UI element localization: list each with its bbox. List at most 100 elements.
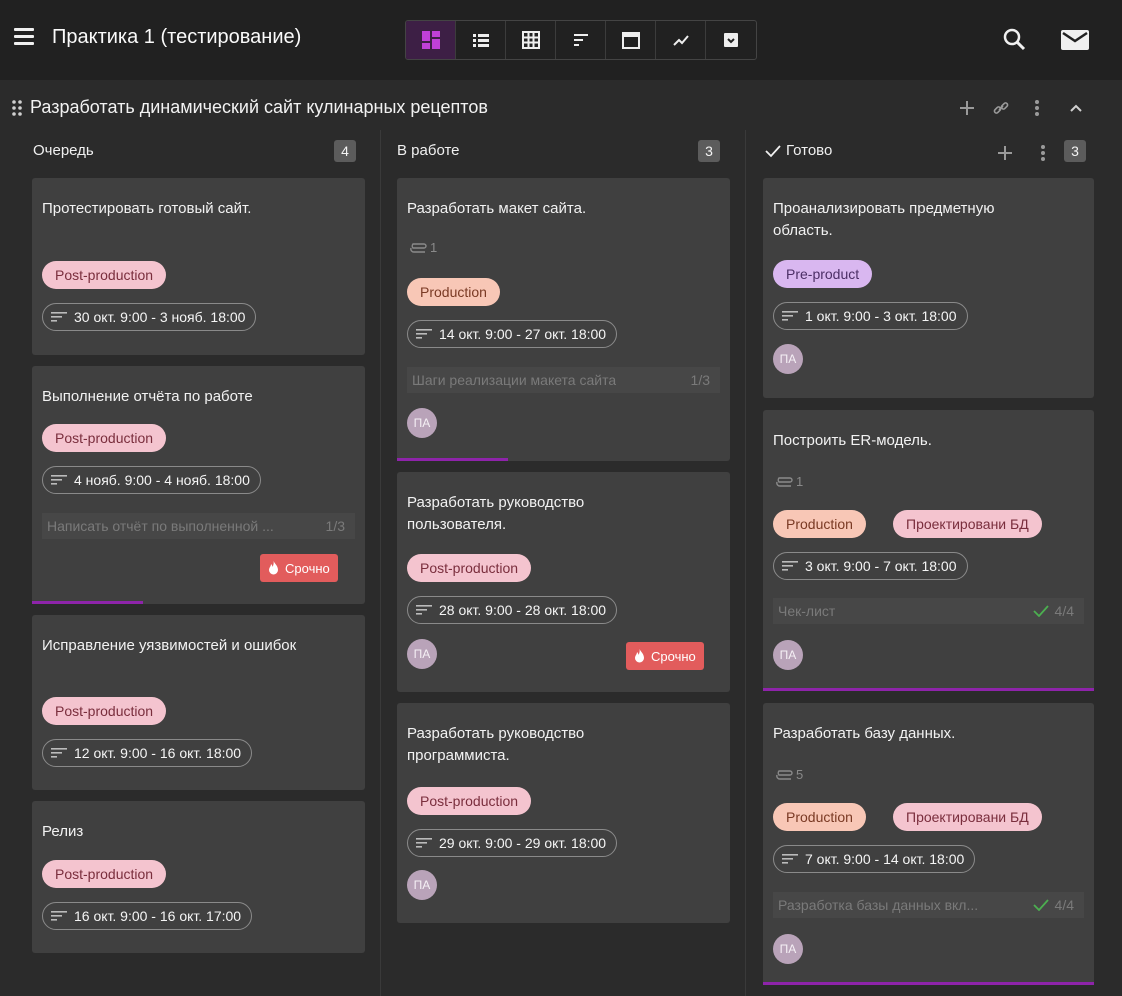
date-range-pill[interactable]: 28 окт. 9:00 - 28 окт. 18:00 [407, 596, 618, 624]
date-range-text: 4 нояб. 9:00 - 4 нояб. 18:00 [74, 472, 250, 488]
checklist-label: Написать отчёт по выполненной ... [47, 518, 274, 534]
card-title: Проанализировать предметную область. [773, 200, 995, 239]
date-range-text: 12 окт. 9:00 - 16 окт. 18:00 [74, 745, 242, 761]
chart-view-icon[interactable] [656, 21, 706, 59]
date-range-pill[interactable]: 12 окт. 9:00 - 16 окт. 18:00 [42, 739, 253, 767]
column-count-badge: 3 [698, 140, 720, 162]
task-card[interactable]: Разработать макет сайта. 1 Production 14… [397, 178, 730, 461]
sort-icon [782, 311, 798, 321]
task-card[interactable]: Проанализировать предметную область. Pre… [763, 178, 1094, 398]
list-view-icon[interactable] [456, 21, 506, 59]
date-range-text: 16 окт. 9:00 - 16 окт. 17:00 [74, 908, 242, 924]
tag-production[interactable]: Production [407, 278, 500, 306]
column-separator [380, 130, 381, 996]
checklist-row[interactable]: Написать отчёт по выполненной ... 1/3 [42, 513, 355, 539]
column-more-icon[interactable] [1036, 141, 1050, 165]
calendar-view-icon[interactable] [606, 21, 656, 59]
checklist-row[interactable]: Чек-лист 4/4 [773, 598, 1084, 624]
tag-pre-product[interactable]: Pre-product [773, 260, 873, 288]
urgent-label: Срочно [651, 648, 696, 664]
avatar[interactable]: ПА [407, 870, 437, 900]
view-switcher [405, 20, 757, 60]
task-card[interactable]: Построить ER-модель. 1 Production Проект… [763, 410, 1094, 691]
top-app-bar: Практика 1 (тестирование) [0, 0, 1122, 80]
sort-icon [782, 561, 798, 571]
tag-db-design[interactable]: Проектировани БД [893, 510, 1042, 538]
tag-production[interactable]: Production [773, 803, 866, 831]
card-title: Выполнение отчёта по работе [42, 388, 253, 405]
card-title: Протестировать готовый сайт. [42, 200, 252, 217]
search-icon[interactable] [1001, 26, 1029, 54]
board-view-icon[interactable] [406, 21, 456, 59]
tag-db-design[interactable]: Проектировани БД [893, 803, 1042, 831]
date-range-pill[interactable]: 7 окт. 9:00 - 14 окт. 18:00 [773, 845, 976, 873]
tag-post-production[interactable]: Post-production [42, 860, 167, 888]
attachments-indicator: 5 [775, 767, 803, 782]
sort-icon [51, 475, 67, 485]
check-done-icon [1032, 899, 1049, 911]
tag-production[interactable]: Production [773, 510, 866, 538]
date-range-pill[interactable]: 1 окт. 9:00 - 3 окт. 18:00 [773, 302, 968, 330]
card-title: Исправление уязвимостей и ошибок [42, 637, 297, 654]
avatar[interactable]: ПА [773, 344, 803, 374]
checklist-label: Шаги реализации макета сайта [412, 372, 617, 388]
task-card[interactable]: Протестировать готовый сайт. Post-produc… [32, 178, 365, 355]
table-view-icon[interactable] [506, 21, 556, 59]
checklist-row[interactable]: Шаги реализации макета сайта 1/3 [407, 367, 720, 393]
urgent-badge[interactable]: Срочно [626, 642, 704, 670]
add-icon[interactable] [956, 96, 978, 120]
attachments-count: 1 [430, 240, 438, 255]
date-range-pill[interactable]: 30 окт. 9:00 - 3 нояб. 18:00 [42, 303, 257, 331]
more-vert-icon[interactable] [1030, 96, 1044, 120]
task-card[interactable]: Исправление уязвимостей и ошибок Post-pr… [32, 615, 365, 790]
date-range-pill[interactable]: 4 нояб. 9:00 - 4 нояб. 18:00 [42, 466, 261, 494]
avatar[interactable]: ПА [773, 934, 803, 964]
avatar[interactable]: ПА [407, 408, 437, 438]
mail-icon[interactable] [1060, 26, 1089, 54]
fire-icon [269, 561, 278, 575]
task-card[interactable]: Релиз Post-production 16 окт. 9:00 - 16 … [32, 801, 365, 953]
drag-handle-icon[interactable] [10, 99, 24, 117]
date-range-pill[interactable]: 14 окт. 9:00 - 27 окт. 18:00 [407, 320, 618, 348]
checklist-count: 1/3 [690, 372, 710, 388]
card-progress-bar [763, 982, 1094, 985]
checklist-row[interactable]: Разработка базы данных вкл... 4/4 [773, 892, 1084, 918]
task-card[interactable]: Выполнение отчёта по работе Post-product… [32, 366, 365, 604]
urgent-badge[interactable]: Срочно [260, 554, 338, 582]
date-range-pill[interactable]: 3 окт. 9:00 - 7 окт. 18:00 [773, 552, 968, 580]
column-separator [745, 130, 746, 996]
tag-post-production[interactable]: Post-production [42, 697, 167, 725]
date-range-pill[interactable]: 16 окт. 9:00 - 16 окт. 17:00 [42, 902, 253, 930]
avatar[interactable]: ПА [407, 639, 437, 669]
urgent-label: Срочно [285, 560, 330, 576]
card-title: Разработать руководство программиста. [407, 725, 585, 764]
tag-post-production[interactable]: Post-production [42, 261, 167, 289]
card-progress-bar [32, 601, 143, 604]
tag-post-production[interactable]: Post-production [407, 554, 532, 582]
collapse-icon[interactable] [1066, 96, 1086, 120]
task-card[interactable]: Разработать руководство пользователя. Po… [397, 472, 730, 692]
sort-icon [416, 838, 432, 848]
card-title: Релиз [42, 823, 84, 840]
date-range-pill[interactable]: 29 окт. 9:00 - 29 окт. 18:00 [407, 829, 618, 857]
sort-icon [416, 329, 432, 339]
card-title: Разработать макет сайта. [407, 200, 587, 217]
column-title-text: Готово [786, 142, 833, 159]
checklist-count: 4/4 [1054, 897, 1074, 913]
attachments-indicator: 1 [409, 240, 437, 255]
task-card[interactable]: Разработать руководство программиста. Po… [397, 703, 730, 923]
date-range-text: 14 окт. 9:00 - 27 окт. 18:00 [439, 326, 607, 342]
archive-view-icon[interactable] [706, 21, 756, 59]
tag-post-production[interactable]: Post-production [407, 787, 532, 815]
gantt-view-icon[interactable] [556, 21, 606, 59]
avatar[interactable]: ПА [773, 640, 803, 670]
sort-icon [51, 312, 67, 322]
date-range-text: 1 окт. 9:00 - 3 окт. 18:00 [805, 308, 957, 324]
check-icon [765, 144, 781, 157]
tag-post-production[interactable]: Post-production [42, 424, 167, 452]
add-card-icon[interactable] [994, 141, 1016, 165]
hamburger-menu-icon[interactable] [14, 28, 34, 45]
task-card[interactable]: Разработать базу данных. 5 Production Пр… [763, 703, 1094, 985]
link-icon[interactable] [990, 96, 1012, 120]
date-range-text: 29 окт. 9:00 - 29 окт. 18:00 [439, 835, 607, 851]
